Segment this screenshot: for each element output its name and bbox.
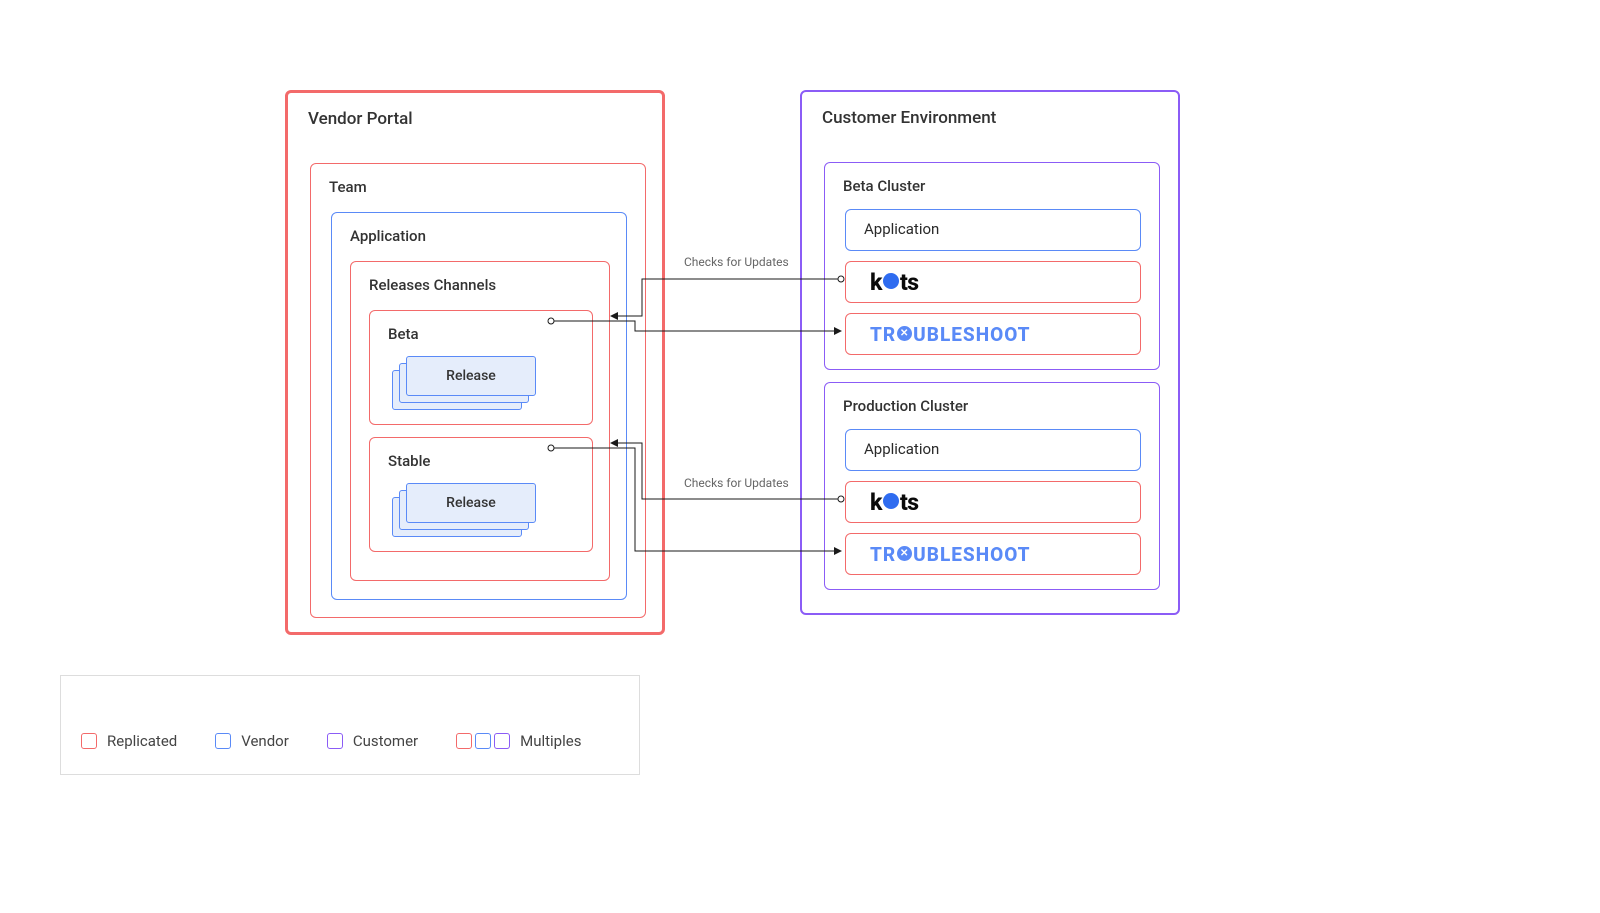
team-box: Team Application Releases Channels Beta (310, 163, 646, 618)
legend-label: Multiples (520, 732, 581, 750)
edge-label-checks-updates-beta: Checks for Updates (680, 255, 793, 269)
prod-app-label: Application (846, 430, 1140, 468)
beta-cluster-label: Beta Cluster (825, 163, 1159, 195)
release-card: Release (406, 356, 536, 396)
beta-cluster-box: Beta Cluster Application kts TR✕UBLESHOO… (824, 162, 1160, 370)
team-label: Team (311, 164, 645, 196)
release-label: Release (446, 368, 496, 384)
channel-beta-box: Beta Release (369, 310, 593, 425)
legend-label: Vendor (241, 732, 289, 750)
legend-label: Customer (353, 732, 418, 750)
production-cluster-box: Production Cluster Application kts TR✕UB… (824, 382, 1160, 590)
edge-label-checks-updates-prod: Checks for Updates (680, 476, 793, 490)
legend-box: Replicated Vendor Customer Multiples (60, 675, 640, 775)
legend-swatch-multiples (456, 733, 510, 749)
vendor-portal-box: Vendor Portal Team Application Releases … (285, 90, 665, 635)
troubleshoot-o-icon: ✕ (897, 326, 912, 341)
legend-item-replicated: Replicated (81, 732, 177, 750)
legend-item-vendor: Vendor (215, 732, 289, 750)
releases-channels-box: Releases Channels Beta Release (350, 261, 610, 581)
kots-o-icon (883, 493, 899, 509)
beta-troubleshoot-box: TR✕UBLESHOOT (845, 313, 1141, 355)
releases-channels-label: Releases Channels (351, 262, 609, 294)
beta-kots-box: kts (845, 261, 1141, 303)
legend-swatch-purple (327, 733, 343, 749)
diagram-canvas: Vendor Portal Team Application Releases … (40, 30, 1560, 883)
channel-stable-box: Stable Release (369, 437, 593, 552)
legend-item-multiples: Multiples (456, 732, 581, 750)
kots-o-icon (883, 273, 899, 289)
channel-stable-label: Stable (370, 438, 592, 470)
legend-swatch-red (81, 733, 97, 749)
prod-application-box: Application (845, 429, 1141, 471)
troubleshoot-o-icon: ✕ (897, 546, 912, 561)
application-label: Application (332, 213, 626, 245)
customer-environment-box: Customer Environment Beta Cluster Applic… (800, 90, 1180, 615)
beta-app-label: Application (846, 210, 1140, 248)
kots-logo: kts (846, 262, 1140, 302)
kots-logo: kts (846, 482, 1140, 522)
vendor-portal-title: Vendor Portal (288, 93, 662, 129)
channel-beta-label: Beta (370, 311, 592, 343)
application-box: Application Releases Channels Beta Relea… (331, 212, 627, 600)
legend-swatch-blue (215, 733, 231, 749)
release-label: Release (446, 495, 496, 511)
production-cluster-label: Production Cluster (825, 383, 1159, 415)
prod-troubleshoot-box: TR✕UBLESHOOT (845, 533, 1141, 575)
troubleshoot-logo: TR✕UBLESHOOT (846, 534, 1140, 574)
prod-kots-box: kts (845, 481, 1141, 523)
beta-application-box: Application (845, 209, 1141, 251)
customer-env-title: Customer Environment (802, 92, 1178, 128)
legend-label: Replicated (107, 732, 177, 750)
troubleshoot-logo: TR✕UBLESHOOT (846, 314, 1140, 354)
release-card: Release (406, 483, 536, 523)
legend-item-customer: Customer (327, 732, 418, 750)
